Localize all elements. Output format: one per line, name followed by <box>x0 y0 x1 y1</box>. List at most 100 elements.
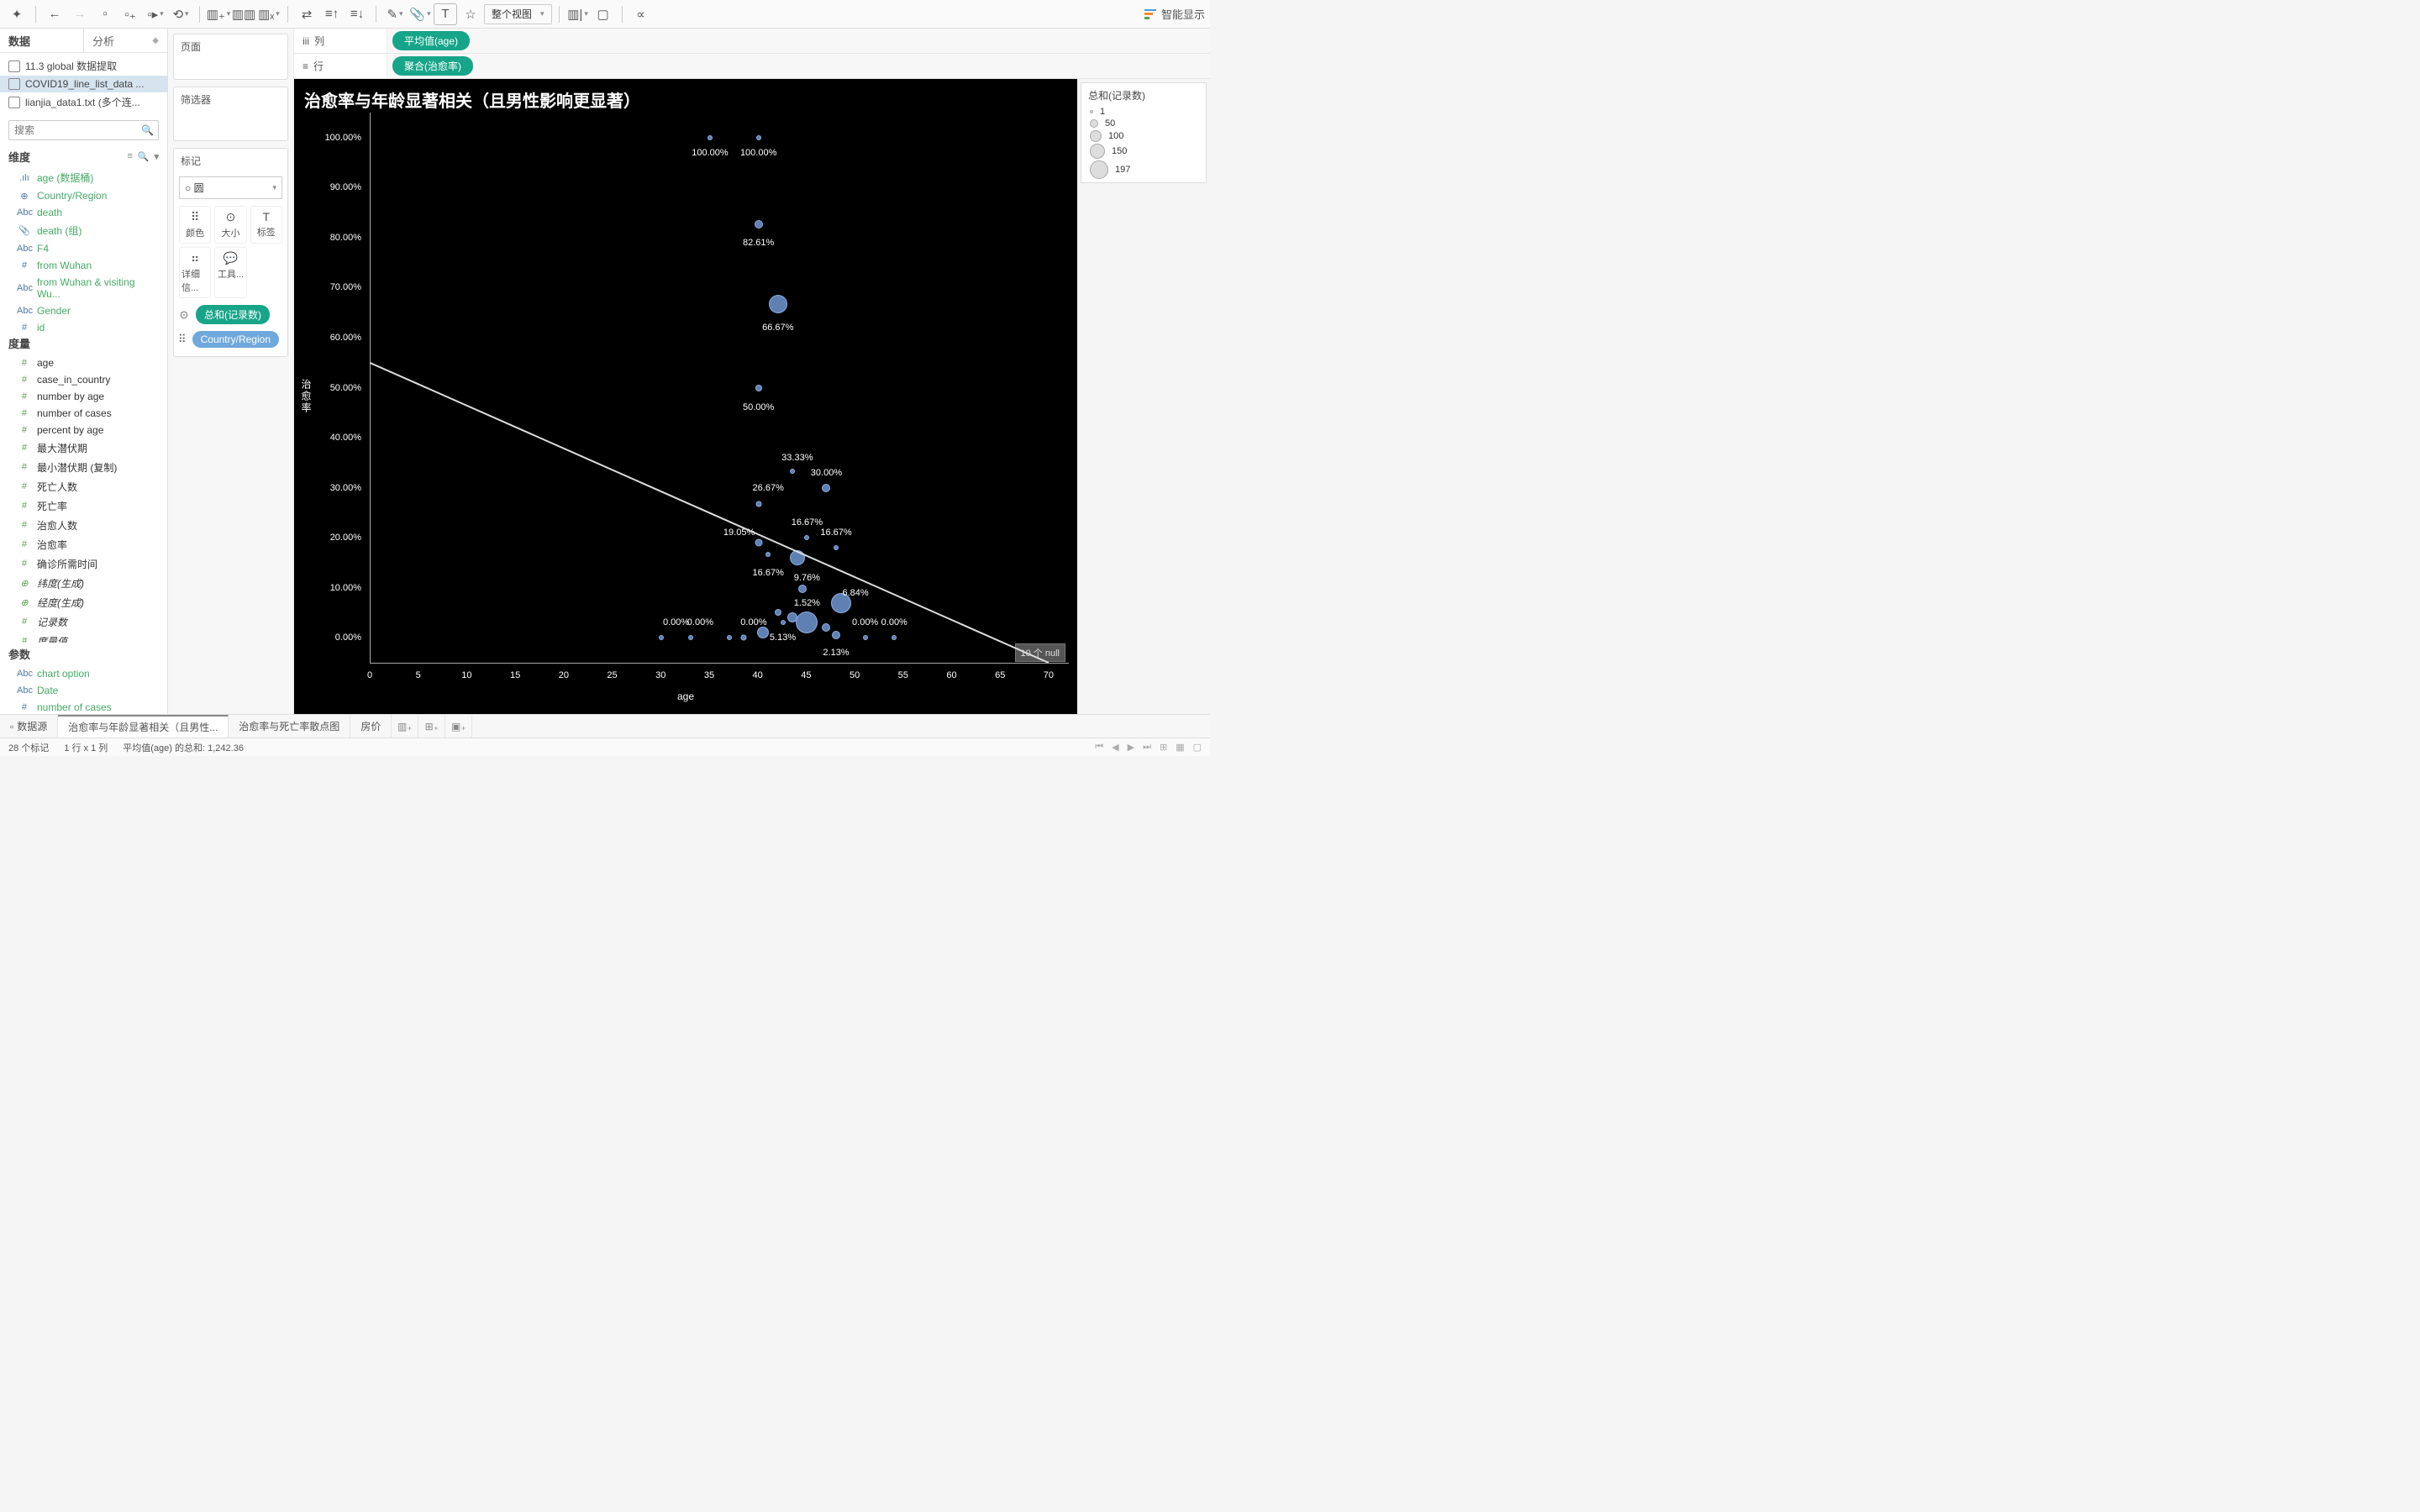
size-pill[interactable]: 总和(记录数) <box>196 305 270 324</box>
filters-card[interactable]: 筛选器 <box>173 87 288 141</box>
mark-label[interactable]: T标签 <box>250 206 282 244</box>
mark-detail[interactable]: ⠶详细信... <box>179 247 211 298</box>
data-point[interactable] <box>755 220 763 228</box>
data-point[interactable] <box>804 535 809 540</box>
forward-icon[interactable]: → <box>68 3 92 25</box>
save-icon[interactable]: ▫ <box>93 3 117 25</box>
new-datasource-icon[interactable]: ▫₊ <box>118 3 142 25</box>
field-item[interactable]: AbcDate <box>0 682 167 699</box>
field-item[interactable]: Abcchart option <box>0 665 167 682</box>
data-point[interactable] <box>798 585 807 593</box>
data-point[interactable] <box>775 609 781 616</box>
field-item[interactable]: ⊕Country/Region <box>0 187 167 204</box>
nav-prev-icon[interactable]: ◀ <box>1112 742 1118 753</box>
field-item[interactable]: #记录数 <box>0 612 167 632</box>
columns-pill[interactable]: 平均值(age) <box>392 31 470 50</box>
chart-canvas[interactable]: 治愈率与年龄显著相关（且男性影响更显著） 治愈率 100.00%100.00%8… <box>294 79 1077 714</box>
rows-pill[interactable]: 聚合(治愈率) <box>392 56 473 76</box>
datasource-tab[interactable]: ▫数据源 <box>0 715 58 738</box>
search-input[interactable] <box>8 120 159 140</box>
field-item[interactable]: .ılıage (数据桶) <box>0 168 167 187</box>
rows-shelf[interactable]: ≡行 聚合(治愈率) <box>294 54 1210 79</box>
field-item[interactable]: Abcdeath <box>0 204 167 221</box>
field-item[interactable]: #id <box>0 319 167 331</box>
field-item[interactable]: AbcGender <box>0 302 167 319</box>
nav-first-icon[interactable]: ⏮ <box>1095 742 1103 753</box>
field-item[interactable]: #from Wuhan <box>0 257 167 274</box>
data-point[interactable] <box>755 385 762 391</box>
data-point[interactable] <box>822 623 830 632</box>
data-point[interactable] <box>755 501 761 507</box>
field-item[interactable]: ⊕纬度(生成) <box>0 574 167 593</box>
field-item[interactable]: #确诊所需时间 <box>0 554 167 574</box>
datasource-item[interactable]: COVID19_line_list_data ... <box>0 76 167 92</box>
back-icon[interactable]: ← <box>43 3 66 25</box>
sheet-tab[interactable]: 房价 <box>350 715 392 738</box>
data-point[interactable] <box>832 631 840 639</box>
mark-color[interactable]: ⠿颜色 <box>179 206 211 244</box>
data-point[interactable] <box>796 612 818 633</box>
duplicate-icon[interactable]: ▥▥ <box>232 3 255 25</box>
data-point[interactable] <box>727 635 732 640</box>
field-item[interactable]: #最大潜伏期 <box>0 438 167 458</box>
sort-desc-icon[interactable]: ≡↓ <box>345 3 369 25</box>
sheet-tab[interactable]: 治愈率与年龄显著相关（且男性... <box>58 715 229 738</box>
view-single-icon[interactable]: ▢ <box>1193 742 1202 753</box>
data-point[interactable] <box>781 620 786 625</box>
field-item[interactable]: #最小潜伏期 (复制) <box>0 458 167 477</box>
field-item[interactable]: #治愈人数 <box>0 516 167 535</box>
mark-tooltip[interactable]: 💬工具... <box>214 247 246 298</box>
data-point[interactable] <box>756 135 761 140</box>
view-grid2-icon[interactable]: ▦ <box>1176 742 1184 753</box>
list-view-icon[interactable]: ≡ <box>127 151 132 162</box>
data-point[interactable] <box>755 538 762 546</box>
show-cards-icon[interactable]: ▥| <box>566 3 590 25</box>
pause-updates-icon[interactable]: ▫▸ <box>144 3 167 25</box>
columns-shelf[interactable]: iii列 平均值(age) <box>294 29 1210 54</box>
data-point[interactable] <box>863 635 868 640</box>
field-item[interactable]: #度量值 <box>0 632 167 643</box>
new-worksheet-icon[interactable]: ▥₊ <box>207 3 230 25</box>
data-point[interactable] <box>790 469 795 474</box>
fit-dropdown[interactable]: 整个视图 <box>484 4 552 24</box>
field-item[interactable]: 📎death (组) <box>0 221 167 240</box>
field-item[interactable]: #percent by age <box>0 422 167 438</box>
field-item[interactable]: #死亡率 <box>0 496 167 516</box>
refresh-icon[interactable]: ⟲ <box>169 3 192 25</box>
new-story-icon[interactable]: ▣₊ <box>445 715 472 738</box>
data-point[interactable] <box>765 552 771 557</box>
datasource-item[interactable]: 11.3 global 数据提取 <box>0 56 167 76</box>
data-point[interactable] <box>659 635 664 640</box>
field-item[interactable]: #age <box>0 354 167 371</box>
data-point[interactable] <box>834 545 839 550</box>
clear-icon[interactable]: ▥ₓ <box>257 3 281 25</box>
nav-next-icon[interactable]: ▶ <box>1128 742 1134 753</box>
data-point[interactable] <box>741 635 747 641</box>
labels-icon[interactable]: T <box>434 3 457 25</box>
field-item[interactable]: #治愈率 <box>0 535 167 554</box>
field-item[interactable]: #case_in_country <box>0 371 167 388</box>
data-point[interactable] <box>769 295 787 313</box>
data-point[interactable] <box>688 635 693 640</box>
tab-analysis[interactable]: 分析◆ <box>83 29 167 52</box>
field-item[interactable]: ⊕经度(生成) <box>0 593 167 612</box>
highlight-icon[interactable]: ✎ <box>383 3 407 25</box>
mark-size[interactable]: ⊙大小 <box>214 206 246 244</box>
data-point[interactable] <box>708 135 713 140</box>
find-icon[interactable]: 🔍 <box>138 151 150 162</box>
field-item[interactable]: Abcfrom Wuhan & visiting Wu... <box>0 274 167 302</box>
menu-icon[interactable]: ▾ <box>154 151 159 162</box>
mark-type-dropdown[interactable]: ○ 圆▾ <box>179 176 282 199</box>
data-point[interactable] <box>790 550 805 565</box>
field-item[interactable]: #死亡人数 <box>0 477 167 496</box>
pages-card[interactable]: 页面 <box>173 34 288 80</box>
sort-asc-icon[interactable]: ≡↑ <box>320 3 344 25</box>
nav-last-icon[interactable]: ⏭ <box>1143 742 1151 753</box>
share-icon[interactable]: ∝ <box>629 3 653 25</box>
field-item[interactable]: AbcF4 <box>0 240 167 257</box>
datasource-item[interactable]: lianjia_data1.txt (多个连... <box>0 92 167 112</box>
field-item[interactable]: #number of cases <box>0 699 167 714</box>
field-item[interactable]: #number by age <box>0 388 167 405</box>
tab-data[interactable]: 数据 <box>0 29 83 52</box>
show-me-button[interactable]: 智能显示 <box>1144 6 1205 22</box>
